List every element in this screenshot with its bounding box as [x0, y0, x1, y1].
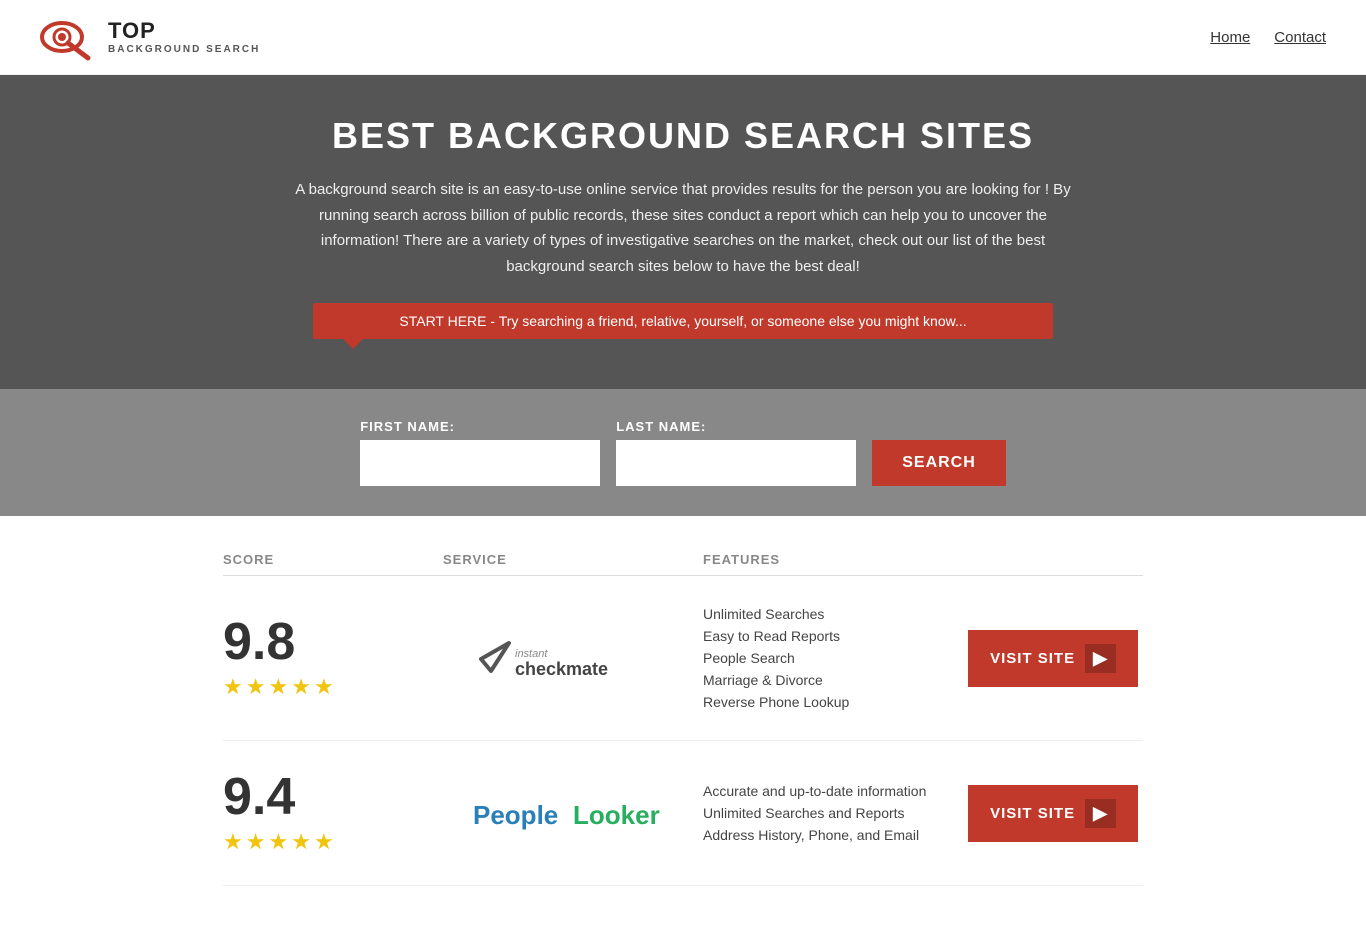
- svg-text:People: People: [473, 800, 558, 830]
- feature-2-1: Accurate and up-to-date information: [703, 783, 963, 799]
- service-cell-2: People Looker: [443, 783, 703, 843]
- stars-1: ★ ★ ★ ★ ★: [223, 674, 334, 700]
- checkmate-logo-svg: instant checkmate: [473, 631, 673, 686]
- logo-top-text: TOP: [108, 19, 260, 43]
- first-name-label: FIRST NAME:: [360, 419, 600, 434]
- last-name-label: LAST NAME:: [616, 419, 856, 434]
- feature-1-1: Unlimited Searches: [703, 606, 963, 622]
- star-5: ★: [314, 674, 334, 700]
- results-table: SCORE SERVICE FEATURES 9.8 ★ ★ ★ ★ ★ ins…: [203, 536, 1163, 926]
- arrow-icon-2: ▶: [1085, 799, 1116, 828]
- svg-text:checkmate: checkmate: [515, 659, 608, 679]
- col-service: SERVICE: [443, 552, 703, 567]
- search-callout: START HERE - Try searching a friend, rel…: [313, 303, 1053, 339]
- feature-1-5: Reverse Phone Lookup: [703, 694, 963, 710]
- logo: TOP BACKGROUND SEARCH: [40, 12, 260, 62]
- visit-site-button-2[interactable]: VISIT SITE ▶: [968, 785, 1138, 842]
- visit-cell-2: VISIT SITE ▶: [963, 785, 1143, 842]
- table-row: 9.8 ★ ★ ★ ★ ★ instant checkmate Unlim: [223, 576, 1143, 741]
- feature-1-4: Marriage & Divorce: [703, 672, 963, 688]
- stars-2: ★ ★ ★ ★ ★: [223, 829, 334, 855]
- last-name-group: LAST NAME:: [616, 419, 856, 486]
- star-2: ★: [246, 674, 266, 700]
- star-2-1: ★: [223, 829, 243, 855]
- star-2-2: ★: [246, 829, 266, 855]
- main-nav: Home Contact: [1210, 29, 1326, 46]
- score-number-2: 9.4: [223, 771, 295, 823]
- star-2-4: ★: [291, 829, 311, 855]
- star-2-5: ★: [314, 829, 334, 855]
- score-cell-2: 9.4 ★ ★ ★ ★ ★: [223, 771, 443, 855]
- feature-1-2: Easy to Read Reports: [703, 628, 963, 644]
- star-4: ★: [291, 674, 311, 700]
- table-header: SCORE SERVICE FEATURES: [223, 536, 1143, 576]
- search-button[interactable]: SEARCH: [872, 440, 1006, 486]
- nav-contact-link[interactable]: Contact: [1274, 29, 1326, 46]
- score-cell-1: 9.8 ★ ★ ★ ★ ★: [223, 616, 443, 700]
- service-cell-1: instant checkmate: [443, 628, 703, 688]
- search-section: FIRST NAME: LAST NAME: SEARCH: [0, 389, 1366, 516]
- visit-label-2: VISIT SITE: [990, 805, 1075, 822]
- feature-1-3: People Search: [703, 650, 963, 666]
- hero-section: BEST BACKGROUND SEARCH SITES A backgroun…: [0, 75, 1366, 389]
- star-2-3: ★: [268, 829, 288, 855]
- col-action: [963, 552, 1143, 567]
- checkmate-logo: instant checkmate: [473, 628, 673, 688]
- col-score: SCORE: [223, 552, 443, 567]
- visit-label-1: VISIT SITE: [990, 650, 1075, 667]
- peoplelooker-logo-svg: People Looker: [473, 786, 673, 841]
- site-header: TOP BACKGROUND SEARCH Home Contact: [0, 0, 1366, 75]
- visit-cell-1: VISIT SITE ▶: [963, 630, 1143, 687]
- logo-sub-text: BACKGROUND SEARCH: [108, 44, 260, 55]
- arrow-icon-1: ▶: [1085, 644, 1116, 673]
- features-cell-2: Accurate and up-to-date information Unli…: [703, 783, 963, 843]
- score-number-1: 9.8: [223, 616, 295, 668]
- nav-home-link[interactable]: Home: [1210, 29, 1250, 46]
- visit-site-button-1[interactable]: VISIT SITE ▶: [968, 630, 1138, 687]
- feature-2-2: Unlimited Searches and Reports: [703, 805, 963, 821]
- star-3: ★: [268, 674, 288, 700]
- first-name-group: FIRST NAME:: [360, 419, 600, 486]
- table-row: 9.4 ★ ★ ★ ★ ★ People Looker Accurate and…: [223, 741, 1143, 886]
- hero-title: BEST BACKGROUND SEARCH SITES: [20, 115, 1346, 157]
- first-name-input[interactable]: [360, 440, 600, 486]
- peoplelooker-logo: People Looker: [473, 783, 673, 843]
- svg-text:Looker: Looker: [573, 800, 660, 830]
- star-1: ★: [223, 674, 243, 700]
- logo-icon: [40, 12, 100, 62]
- last-name-input[interactable]: [616, 440, 856, 486]
- features-cell-1: Unlimited Searches Easy to Read Reports …: [703, 606, 963, 710]
- feature-2-3: Address History, Phone, and Email: [703, 827, 963, 843]
- search-form: FIRST NAME: LAST NAME: SEARCH: [20, 419, 1346, 486]
- hero-description: A background search site is an easy-to-u…: [293, 177, 1073, 279]
- col-features: FEATURES: [703, 552, 963, 567]
